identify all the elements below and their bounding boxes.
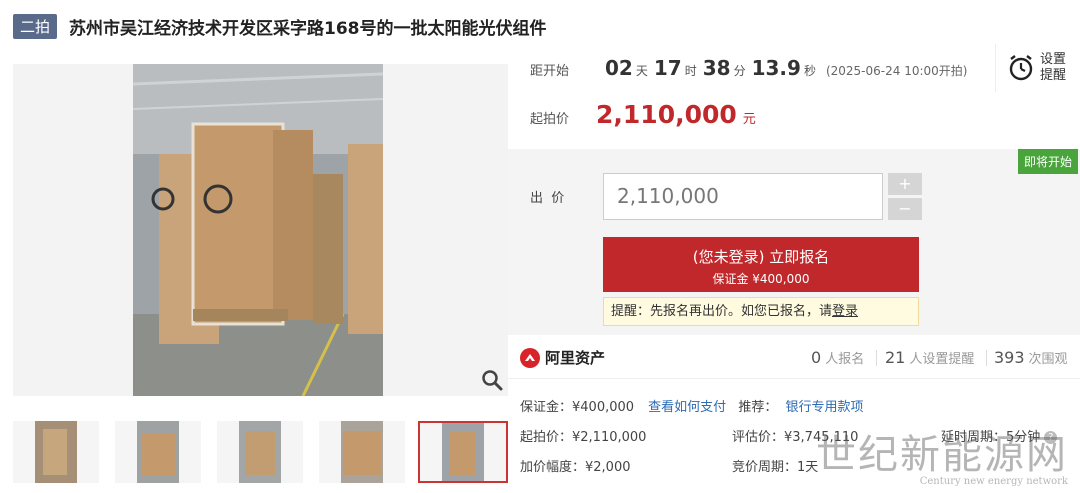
increase-bid-button[interactable]: + <box>888 173 922 195</box>
thumbnail-3[interactable] <box>217 421 303 483</box>
reminders-label: 人设置提醒 <box>909 352 975 367</box>
thumbnail-strip <box>13 421 508 483</box>
countdown: 距开始 02 天 17 时 38 分 13.9 秒 (2025-06-24 10… <box>530 56 967 86</box>
watermark-cn: 世纪新能源网 <box>816 432 1068 478</box>
countdown-seconds: 13.9 <box>751 56 801 80</box>
thumbnail-1[interactable] <box>13 421 99 483</box>
bid-input[interactable]: 2,110,000 <box>603 173 883 220</box>
starting-price-label: 起拍价 <box>530 112 570 127</box>
bid-box: 即将开始 出 价 2,110,000 + − (您未登录) 立即报名 保证金 ¥… <box>508 149 1080 335</box>
login-tip-text: 提醒：先报名再出价。如您已报名，请 <box>611 304 833 319</box>
zoom-icon[interactable] <box>480 368 504 392</box>
recommend-label: 推荐： <box>738 400 778 415</box>
deposit-info: 保证金：¥400,000 查看如何支付 推荐： 银行专用款项 <box>520 396 864 415</box>
round-badge: 二拍 <box>13 13 58 39</box>
how-to-pay-link[interactable]: 查看如何支付 <box>648 400 726 415</box>
signup-button-label: (您未登录) 立即报名 <box>692 248 830 266</box>
decrease-bid-button[interactable]: − <box>888 198 922 220</box>
login-link[interactable]: 登录 <box>832 304 858 319</box>
start-price-info: 起拍价：¥2,110,000 <box>520 430 647 445</box>
warehouse-photo <box>13 64 508 396</box>
views-stat: 393 次围观 <box>994 348 1068 367</box>
thumbnail-2[interactable] <box>115 421 201 483</box>
countdown-seconds-unit: 秒 <box>803 64 816 78</box>
page-title: 苏州市吴江经济技术开发区采字路168号的一批太阳能光伏组件 <box>69 18 547 39</box>
thumbnail-5-active[interactable] <box>418 421 508 483</box>
stat-divider <box>986 350 987 366</box>
countdown-label: 距开始 <box>530 64 570 79</box>
bank-payment-link[interactable]: 银行专用款项 <box>785 400 863 415</box>
countdown-start-date: (2025-06-24 10:00开拍) <box>825 64 968 78</box>
countdown-days: 02 <box>605 56 633 80</box>
starting-price-value: 2,110,000 <box>596 100 737 129</box>
reminders-count: 21 <box>885 348 906 367</box>
thumbnail-4[interactable] <box>319 421 405 483</box>
reminders-stat: 21 人设置提醒 <box>885 348 974 367</box>
countdown-minutes-unit: 分 <box>733 64 746 78</box>
increment-info: 加价幅度：¥2,000 <box>520 460 631 475</box>
starting-price-unit: 元 <box>742 112 756 127</box>
applicants-stat: 0 人报名 <box>811 348 864 367</box>
countdown-hours: 17 <box>653 56 682 80</box>
stats-row: 阿里资产 0 人报名 21 人设置提醒 393 次围观 <box>508 335 1080 379</box>
bid-label: 出 价 <box>530 191 565 206</box>
watermark: 世纪新能源网 Century new energy network <box>816 422 1068 487</box>
countdown-minutes: 38 <box>702 56 731 80</box>
signup-button[interactable]: (您未登录) 立即报名 保证金 ¥400,000 <box>603 237 919 292</box>
starting-price-row: 起拍价 2,110,000 元 <box>530 100 756 129</box>
login-tip: 提醒：先报名再出价。如您已报名，请登录 <box>603 297 919 326</box>
applicants-label: 人报名 <box>825 352 865 367</box>
main-product-image[interactable] <box>13 64 508 396</box>
views-label: 次围观 <box>1028 352 1068 367</box>
ali-assets-text: 阿里资产 <box>545 349 606 367</box>
alarm-clock-icon <box>1009 55 1033 81</box>
signup-deposit-label: 保证金 ¥400,000 <box>712 272 810 286</box>
stat-divider <box>876 350 877 366</box>
set-reminder-label: 设置提醒 <box>1040 52 1067 83</box>
applicants-count: 0 <box>811 348 822 367</box>
bid-cycle-info: 竞价周期：1天 <box>732 460 819 475</box>
deposit-label: 保证金：¥400,000 <box>520 400 635 415</box>
title-row: 二拍 苏州市吴江经济技术开发区采字路168号的一批太阳能光伏组件 <box>13 12 547 40</box>
countdown-hours-unit: 时 <box>684 64 697 78</box>
views-count: 393 <box>994 348 1025 367</box>
ali-assets-logo[interactable]: 阿里资产 <box>520 347 605 368</box>
countdown-days-unit: 天 <box>635 64 648 78</box>
bid-stepper: + − <box>888 173 922 220</box>
set-reminder-button[interactable]: 设置提醒 <box>995 44 1080 92</box>
status-badge: 即将开始 <box>1017 149 1078 174</box>
ali-assets-icon <box>520 347 540 368</box>
